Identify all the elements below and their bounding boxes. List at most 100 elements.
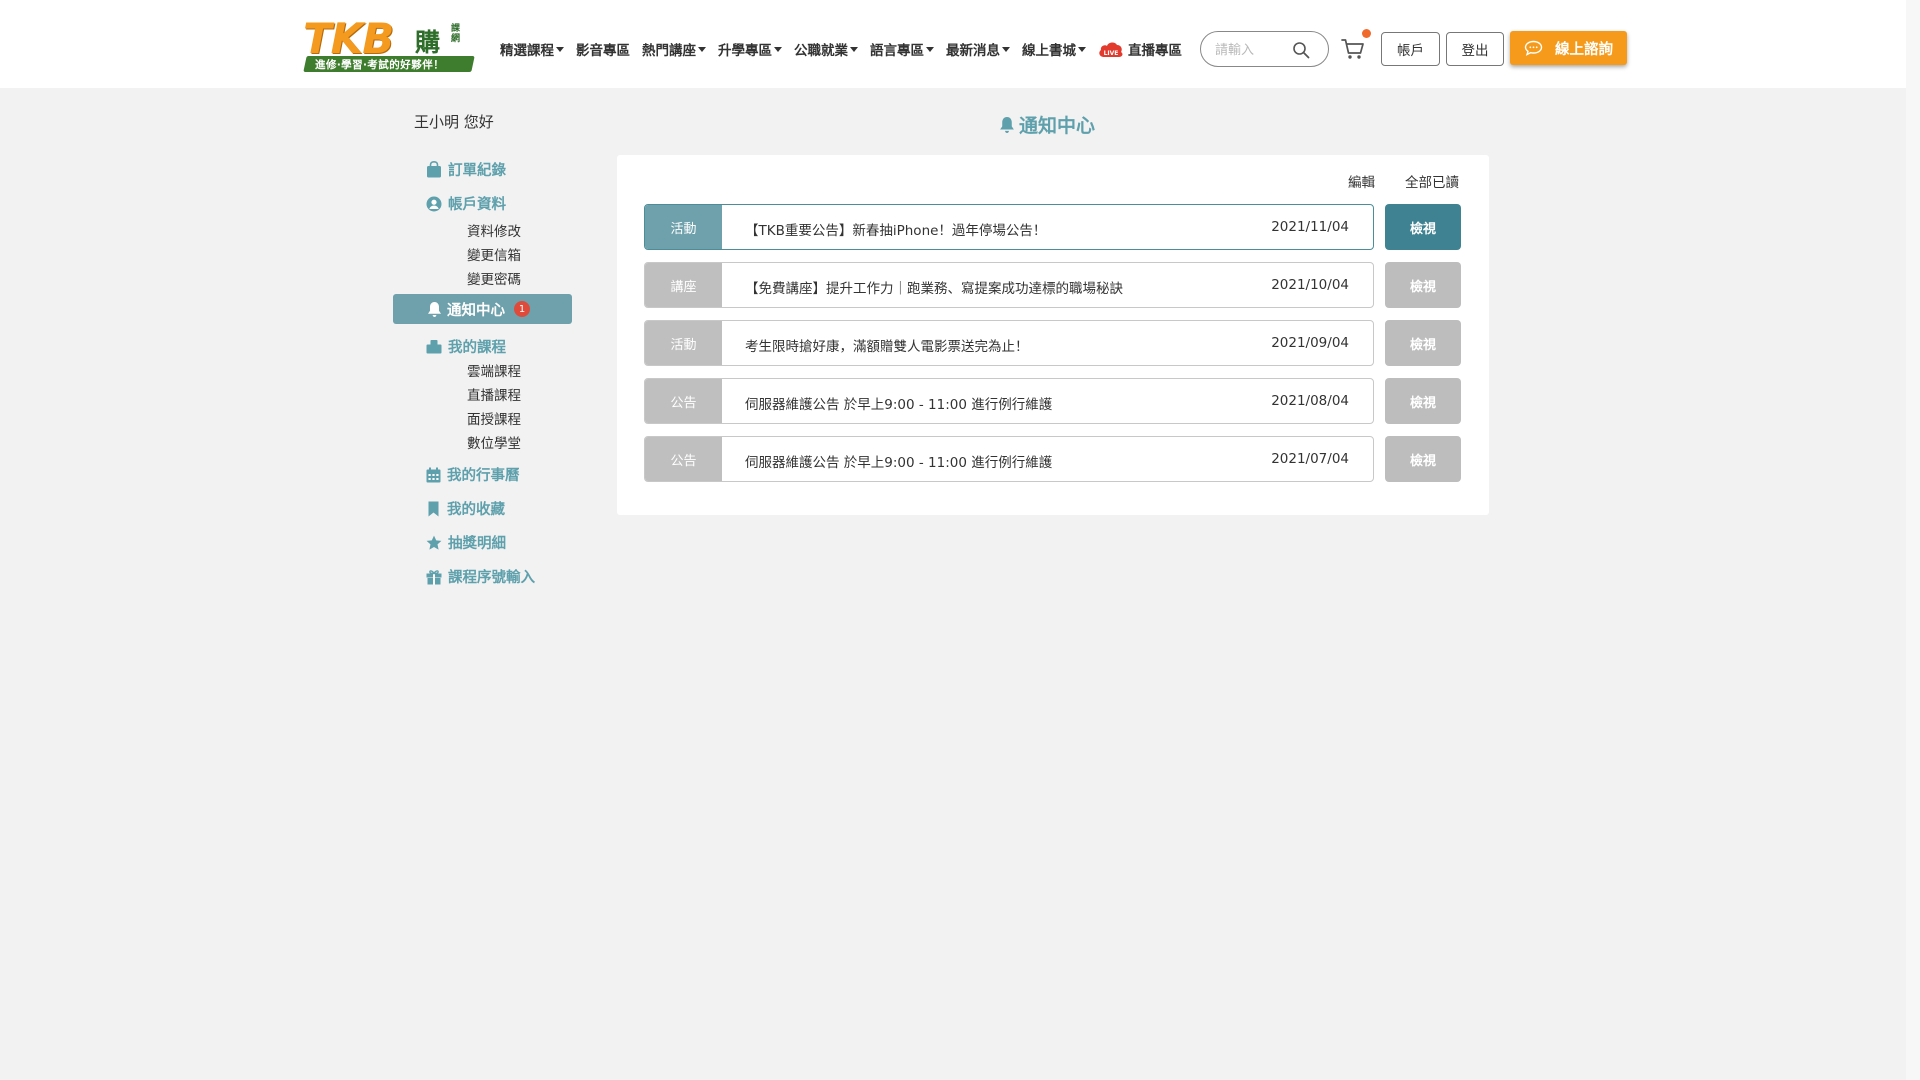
- sidebar-item-label: 通知中心: [447, 302, 505, 319]
- notification-date: 2021/10/04: [1271, 277, 1349, 293]
- sidebar-sub-live-courses[interactable]: 直播課程: [467, 384, 521, 404]
- notification-count-badge: 1: [514, 301, 530, 317]
- sidebar-item-notifications[interactable]: 通知中心 1: [393, 294, 572, 324]
- search-icon[interactable]: [1292, 41, 1310, 59]
- sidebar-item-label: 我的行事曆: [447, 468, 520, 484]
- consult-label: 線上諮詢: [1555, 41, 1613, 58]
- nav-item-video[interactable]: 影音專區: [576, 39, 630, 59]
- notification-category-tag: 講座: [645, 263, 722, 307]
- account-button[interactable]: 帳戶: [1381, 32, 1440, 66]
- sidebar-sub-change-email[interactable]: 變更信箱: [467, 244, 521, 264]
- view-notification-button[interactable]: 檢視: [1385, 378, 1461, 424]
- svg-text:LIVE: LIVE: [1104, 50, 1119, 57]
- cart-notification-dot: [1362, 29, 1371, 38]
- sidebar-item-lottery[interactable]: 抽獎明細: [426, 532, 506, 553]
- nav-label: 精選課程: [500, 43, 554, 59]
- notification-date: 2021/11/04: [1271, 219, 1349, 235]
- sidebar-item-label: 訂單紀錄: [448, 163, 506, 179]
- bell-icon: [1000, 116, 1014, 133]
- notification-category-tag: 公告: [645, 379, 722, 423]
- search-input[interactable]: [1215, 40, 1293, 60]
- main-nav: 精選課程 影音專區 熱門講座 升學專區 公職就業 語言專區 最新消息 線上書城 …: [500, 38, 1194, 60]
- sidebar-item-calendar[interactable]: 我的行事曆: [426, 464, 520, 485]
- user-greeting: 王小明 您好: [414, 113, 494, 131]
- nav-label: 熱門講座: [642, 43, 696, 59]
- view-notification-button[interactable]: 檢視: [1385, 436, 1461, 482]
- notification-title: 伺服器維護公告 於早上9:00 - 11:00 進行例行維護: [745, 397, 1053, 413]
- notification-title: 【免費講座】提升工作力｜跑業務、寫提案成功達標的職場秘訣: [745, 281, 1123, 297]
- caret-down-icon: [698, 46, 706, 52]
- sidebar-item-label: 我的收藏: [447, 502, 505, 518]
- sidebar-sub-digital-school[interactable]: 數位學堂: [467, 432, 521, 452]
- nav-item-further-study[interactable]: 升學專區: [718, 39, 782, 59]
- chat-bubble-icon: [1524, 40, 1543, 56]
- caret-down-icon: [1002, 46, 1010, 52]
- sidebar-item-account[interactable]: 帳戶資料: [426, 193, 506, 214]
- sidebar-item-favorites[interactable]: 我的收藏: [426, 498, 505, 519]
- notification-row[interactable]: 講座 【免費講座】提升工作力｜跑業務、寫提案成功達標的職場秘訣 2021/10/…: [644, 262, 1374, 308]
- page-title-text: 通知中心: [1019, 115, 1096, 137]
- nav-item-language[interactable]: 語言專區: [870, 39, 934, 59]
- cart-icon[interactable]: [1341, 38, 1365, 60]
- calendar-icon: [426, 467, 441, 482]
- notification-date: 2021/08/04: [1271, 393, 1349, 409]
- sidebar-sub-in-person-courses[interactable]: 面授課程: [467, 408, 521, 428]
- notification-row[interactable]: 活動 考生限時搶好康，滿額贈雙人電影票送完為止！ 2021/09/04: [644, 320, 1374, 366]
- nav-item-featured-courses[interactable]: 精選課程: [500, 39, 564, 59]
- nav-label: 語言專區: [870, 43, 924, 59]
- view-notification-button[interactable]: 檢視: [1385, 262, 1461, 308]
- notification-row[interactable]: 公告 伺服器維護公告 於早上9:00 - 11:00 進行例行維護 2021/0…: [644, 378, 1374, 424]
- live-cloud-icon: LIVE: [1099, 42, 1123, 57]
- edit-button[interactable]: 編輯: [1348, 171, 1375, 191]
- nav-item-bookstore[interactable]: 線上書城: [1022, 39, 1086, 59]
- sidebar-item-serial-input[interactable]: 課程序號輸入: [426, 566, 535, 587]
- notification-title: 伺服器維護公告 於早上9:00 - 11:00 進行例行維護: [745, 455, 1053, 471]
- page-title: 通知中心: [999, 111, 1095, 138]
- shopping-bag-icon: [427, 161, 441, 178]
- user-circle-icon: [426, 196, 442, 211]
- online-consult-button[interactable]: 線上諮詢: [1510, 31, 1627, 65]
- sidebar-sub-cloud-courses[interactable]: 雲端課程: [467, 360, 521, 380]
- nav-item-lectures[interactable]: 熱門講座: [642, 39, 706, 59]
- logo-buy-text: 購: [415, 28, 441, 57]
- site-header: TKB 購 課網 進修‧學習‧考試的好夥伴！ 精選課程 影音專區 熱門講座 升學…: [0, 0, 1920, 88]
- sidebar-item-orders[interactable]: 訂單紀錄: [426, 159, 506, 180]
- notification-date: 2021/07/04: [1271, 451, 1349, 467]
- notification-row[interactable]: 活動 【TKB重要公告】新春抽iPhone！過年停場公告！ 2021/11/04: [644, 204, 1374, 250]
- sidebar-sub-change-password[interactable]: 變更密碼: [467, 268, 521, 288]
- nav-item-news[interactable]: 最新消息: [946, 39, 1010, 59]
- logo-course-text: 課網: [451, 24, 461, 44]
- notification-category-tag: 活動: [645, 205, 722, 249]
- nav-label: 直播專區: [1128, 43, 1182, 59]
- bookmark-icon: [428, 501, 439, 516]
- view-notification-button[interactable]: 檢視: [1385, 204, 1461, 250]
- nav-item-civil-service[interactable]: 公職就業: [794, 39, 858, 59]
- sidebar-item-label: 帳戶資料: [448, 197, 506, 213]
- gift-icon: [426, 569, 442, 584]
- logo-tkb-text: TKB: [303, 14, 394, 63]
- notification-title: 考生限時搶好康，滿額贈雙人電影票送完為止！: [745, 339, 1029, 355]
- mark-all-read-button[interactable]: 全部已讀: [1405, 171, 1459, 191]
- caret-down-icon: [556, 46, 564, 52]
- caret-down-icon: [1078, 46, 1086, 52]
- notification-title: 【TKB重要公告】新春抽iPhone！過年停場公告！: [745, 223, 1047, 239]
- notification-row[interactable]: 公告 伺服器維護公告 於早上9:00 - 11:00 進行例行維護 2021/0…: [644, 436, 1374, 482]
- caret-down-icon: [926, 46, 934, 52]
- notification-category-tag: 活動: [645, 321, 722, 365]
- tkb-logo[interactable]: TKB 購 課網 進修‧學習‧考試的好夥伴！: [303, 14, 475, 74]
- star-icon: [426, 535, 442, 550]
- bell-icon: [428, 301, 441, 317]
- sidebar-item-label: 抽獎明細: [448, 536, 506, 552]
- caret-down-icon: [774, 46, 782, 52]
- sidebar-item-my-courses[interactable]: 我的課程: [426, 336, 506, 357]
- sidebar-item-label: 課程序號輸入: [448, 570, 535, 586]
- notification-date: 2021/09/04: [1271, 335, 1349, 351]
- search-box: [1200, 31, 1329, 67]
- nav-item-live[interactable]: LIVE 直播專區: [1098, 39, 1182, 59]
- view-notification-button[interactable]: 檢視: [1385, 320, 1461, 366]
- sidebar-sub-edit-profile[interactable]: 資料修改: [467, 220, 521, 240]
- sidebar-item-label: 我的課程: [448, 340, 506, 356]
- logout-button[interactable]: 登出: [1446, 32, 1504, 66]
- page-scrollbar[interactable]: [1906, 0, 1920, 1080]
- nav-label: 公職就業: [794, 43, 848, 59]
